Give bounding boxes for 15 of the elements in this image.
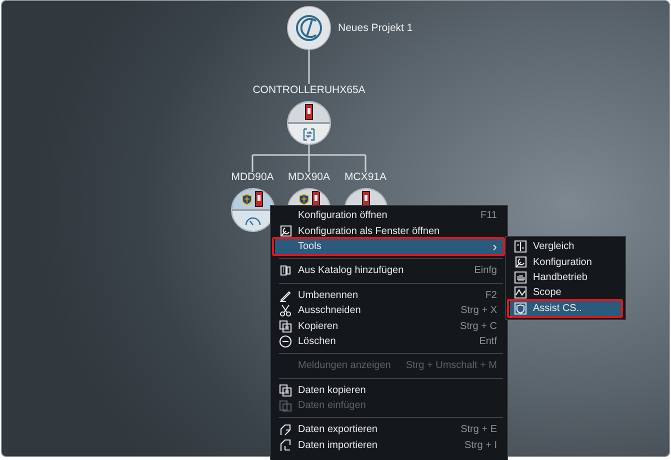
- shortcut-text: Strg + Umschalt + M: [404, 360, 497, 372]
- node-label: MDD90A: [231, 171, 274, 183]
- shortcut-text: Strg + I: [463, 440, 497, 451]
- shortcut-text: F2: [484, 290, 497, 301]
- shortcut-text: Strg + X: [460, 305, 497, 316]
- node-label: CONTROLLERUHX65A: [252, 84, 366, 96]
- shortcut-text: Strg + E: [460, 424, 497, 436]
- shortcut-text: Entf: [478, 336, 497, 347]
- shortcut-text: F11: [480, 210, 497, 222]
- node-label: MCX91A: [344, 171, 386, 183]
- submenu-arrow: ›: [492, 238, 497, 254]
- node-label: Neues Projekt 1: [338, 22, 413, 34]
- node-label: MDX90A: [288, 171, 330, 183]
- shortcut-text: Strg + C: [459, 320, 497, 332]
- shortcut-text: Einfg: [473, 265, 497, 276]
